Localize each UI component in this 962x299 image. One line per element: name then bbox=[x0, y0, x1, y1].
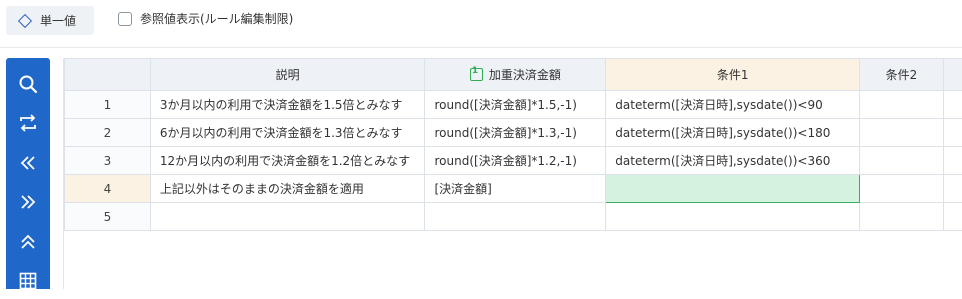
grid-icon bbox=[19, 272, 37, 290]
row-number[interactable]: 5 bbox=[65, 203, 151, 231]
row-number[interactable]: 2 bbox=[65, 119, 151, 147]
collapse-up-button[interactable] bbox=[6, 224, 50, 260]
weighted-amount-cell[interactable] bbox=[425, 203, 606, 231]
toolbar-divider bbox=[0, 47, 962, 48]
condition2-cell[interactable] bbox=[860, 175, 944, 203]
condition2-header[interactable]: 条件2 bbox=[860, 59, 944, 91]
table-row: 2 6か月以内の利用で決済金額を1.3倍とみなす round([決済金額]*1.… bbox=[65, 119, 962, 147]
diamond-icon bbox=[18, 13, 32, 27]
overflow-cell bbox=[943, 91, 962, 119]
single-value-label: 単一値 bbox=[40, 12, 76, 29]
row-number[interactable]: 3 bbox=[65, 147, 151, 175]
overflow-cell bbox=[943, 147, 962, 175]
condition1-cell[interactable]: dateterm([決済日時],sysdate())<90 bbox=[606, 91, 860, 119]
grid-button[interactable] bbox=[6, 263, 50, 299]
collapse-left-icon bbox=[18, 153, 38, 173]
collapse-left-button[interactable] bbox=[6, 145, 50, 181]
weighted-amount-cell[interactable]: round([決済金額]*1.3,-1) bbox=[425, 119, 606, 147]
condition2-cell[interactable] bbox=[860, 91, 944, 119]
overflow-header bbox=[943, 59, 962, 91]
table-row: 1 3か月以内の利用で決済金額を1.5倍とみなす round([決済金額]*1.… bbox=[65, 91, 962, 119]
search-icon bbox=[18, 74, 38, 94]
reference-checkbox-label: 参照値表示(ルール編集制限) bbox=[140, 10, 293, 27]
condition2-cell[interactable] bbox=[860, 119, 944, 147]
rule-table: 説明 1加重決済金額 条件1 条件2 1 3か月以内の利用で決済金額を1.5倍と… bbox=[64, 58, 962, 231]
condition2-cell[interactable] bbox=[860, 147, 944, 175]
table-row-selected: 4 上記以外はそのままの決済金額を適用 [決済金額] bbox=[65, 175, 962, 203]
overflow-cell bbox=[943, 175, 962, 203]
condition2-cell[interactable] bbox=[860, 203, 944, 231]
toolbar: 単一値 参照値表示(ルール編集制限) bbox=[0, 0, 962, 48]
header-row: 説明 1加重決済金額 条件1 条件2 bbox=[65, 59, 962, 91]
reference-toggle[interactable]: 参照値表示(ルール編集制限) bbox=[118, 10, 293, 27]
condition1-cell-selected[interactable] bbox=[606, 175, 860, 203]
numeric-column-icon: 1 bbox=[470, 68, 483, 81]
description-cell[interactable]: 6か月以内の利用で決済金額を1.3倍とみなす bbox=[150, 119, 425, 147]
condition1-cell[interactable]: dateterm([決済日時],sysdate())<180 bbox=[606, 119, 860, 147]
single-value-button[interactable]: 単一値 bbox=[6, 6, 94, 35]
reference-checkbox[interactable] bbox=[118, 12, 132, 26]
row-number[interactable]: 4 bbox=[65, 175, 151, 203]
overflow-cell bbox=[943, 203, 962, 231]
collapse-up-icon bbox=[18, 232, 38, 252]
overflow-cell bbox=[943, 119, 962, 147]
description-cell[interactable]: 3か月以内の利用で決済金額を1.5倍とみなす bbox=[150, 91, 425, 119]
rule-table-area: 説明 1加重決済金額 条件1 条件2 1 3か月以内の利用で決済金額を1.5倍と… bbox=[63, 58, 962, 289]
sidebar bbox=[6, 58, 50, 289]
description-cell[interactable]: 12か月以内の利用で決済金額を1.2倍とみなす bbox=[150, 147, 425, 175]
condition1-cell[interactable] bbox=[606, 203, 860, 231]
description-cell[interactable]: 上記以外はそのままの決済金額を適用 bbox=[150, 175, 425, 203]
weighted-amount-cell[interactable]: round([決済金額]*1.5,-1) bbox=[425, 91, 606, 119]
weighted-amount-header[interactable]: 1加重決済金額 bbox=[425, 59, 606, 91]
expand-right-button[interactable] bbox=[6, 184, 50, 220]
weighted-amount-cell[interactable]: [決済金額] bbox=[425, 175, 606, 203]
swap-icon bbox=[18, 113, 38, 133]
row-number[interactable]: 1 bbox=[65, 91, 151, 119]
search-button[interactable] bbox=[6, 66, 50, 102]
description-cell[interactable] bbox=[150, 203, 425, 231]
description-header[interactable]: 説明 bbox=[150, 59, 425, 91]
condition1-header[interactable]: 条件1 bbox=[606, 59, 860, 91]
expand-right-icon bbox=[18, 192, 38, 212]
swap-button[interactable] bbox=[6, 105, 50, 141]
table-row: 3 12か月以内の利用で決済金額を1.2倍とみなす round([決済金額]*1… bbox=[65, 147, 962, 175]
weighted-amount-cell[interactable]: round([決済金額]*1.2,-1) bbox=[425, 147, 606, 175]
table-row: 5 bbox=[65, 203, 962, 231]
condition1-cell[interactable]: dateterm([決済日時],sysdate())<360 bbox=[606, 147, 860, 175]
row-number-header bbox=[65, 59, 151, 91]
